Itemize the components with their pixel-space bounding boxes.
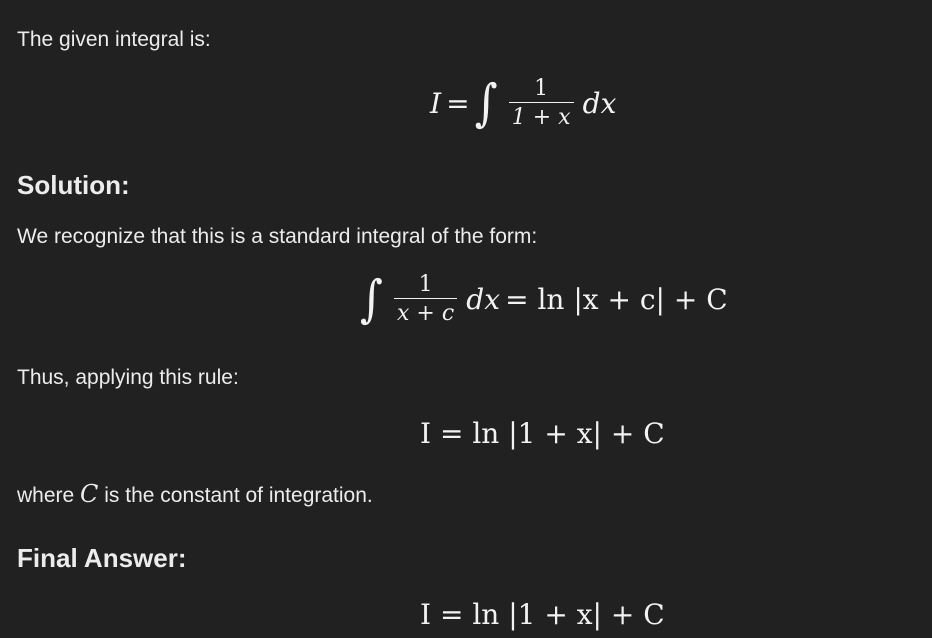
eq2-rhs: = ln |x + c| + C	[505, 283, 728, 316]
standard-form-equation: ∫ 1 x + c dx = ln |x + c| + C	[360, 272, 728, 327]
eq2-dx: dx	[466, 283, 500, 316]
where-text: where C is the constant of integration.	[17, 480, 373, 510]
eq1-fraction: 1 1 + x	[508, 76, 574, 131]
chat-message: The given integral is: I = ∫ 1 1 + x dx …	[0, 0, 932, 638]
thus-text: Thus, applying this rule:	[17, 366, 239, 389]
given-integral-equation: I = ∫ 1 1 + x dx	[430, 76, 616, 131]
integral-sign: ∫	[474, 73, 498, 133]
eq4-text: I = ln |1 + x| + C	[420, 598, 665, 631]
eq2-fraction: 1 x + c	[394, 272, 458, 327]
eq1-lhs: I	[430, 87, 442, 120]
intro-text: The given integral is:	[17, 28, 211, 51]
eq1-dx: dx	[582, 87, 617, 120]
final-answer-equation: I = ln |1 + x| + C	[420, 598, 665, 631]
where-after: is the constant of integration.	[98, 484, 373, 507]
eq2-numerator: 1	[418, 272, 433, 297]
where-before: where	[17, 484, 81, 507]
constant-c: C	[80, 480, 99, 508]
result-equation: I = ln |1 + x| + C	[420, 417, 665, 450]
final-answer-heading: Final Answer:	[17, 543, 187, 573]
integral-sign: ∫	[360, 269, 383, 329]
eq2-denominator: x + c	[394, 298, 458, 327]
recognize-text: We recognize that this is a standard int…	[17, 225, 538, 248]
eq3-text: I = ln |1 + x| + C	[420, 417, 665, 450]
eq1-equals: =	[446, 87, 470, 120]
eq1-denominator: 1 + x	[508, 102, 574, 131]
eq1-numerator: 1	[534, 76, 549, 101]
solution-heading: Solution:	[17, 170, 130, 200]
